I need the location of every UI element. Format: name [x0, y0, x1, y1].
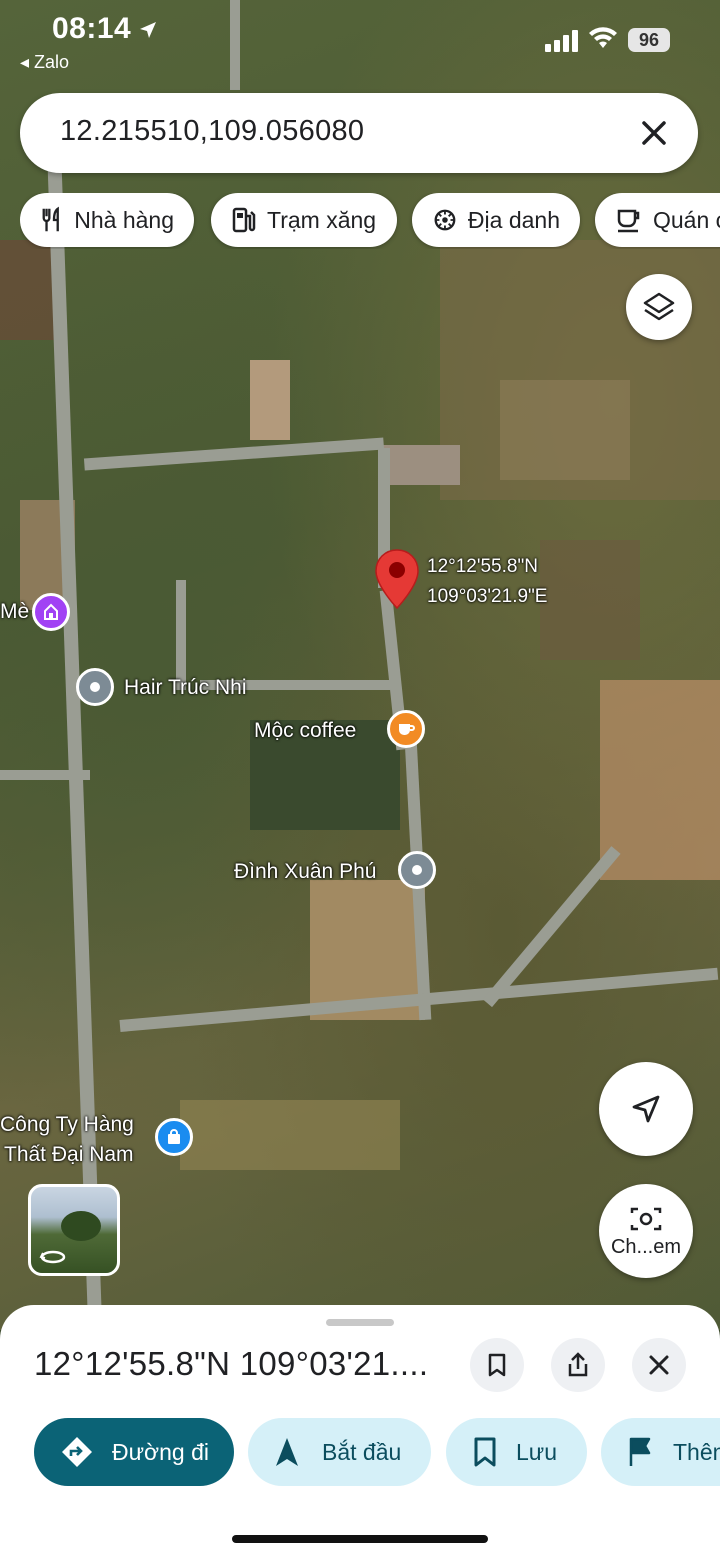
pin-icon	[375, 549, 419, 610]
save-place-button[interactable]	[470, 1338, 524, 1392]
share-icon	[568, 1352, 588, 1377]
poi-label-me: Mè	[0, 600, 30, 623]
poi-dinh-marker[interactable]	[398, 851, 436, 889]
poi-label-company-1: Công Ty Hàng	[0, 1113, 134, 1136]
back-to-app[interactable]: ◂ Zalo	[20, 52, 69, 73]
poi-coffee-marker[interactable]	[387, 710, 425, 748]
chip-cafes[interactable]: Quán c	[595, 193, 720, 247]
chip-label: Quán c	[653, 206, 720, 233]
map-field	[250, 360, 290, 440]
start-button[interactable]: Bắt đầu	[248, 1418, 431, 1486]
my-location-button[interactable]	[599, 1062, 693, 1156]
attraction-icon	[44, 603, 58, 620]
close-icon	[642, 121, 666, 145]
navigate-icon	[276, 1438, 298, 1466]
restaurant-icon	[42, 206, 59, 232]
map-field	[600, 680, 720, 880]
cellular-signal-icon	[545, 30, 578, 52]
map-field	[540, 540, 640, 660]
pin-lat-label: 12°12'55.8"N	[427, 556, 538, 577]
poi-shopping-marker[interactable]	[155, 1118, 193, 1156]
close-icon	[649, 1355, 669, 1375]
share-button[interactable]	[551, 1338, 605, 1392]
lens-camera-label: Ch...em	[610, 1235, 682, 1258]
clock: 08:14	[52, 12, 132, 45]
map-field	[500, 380, 630, 480]
directions-label: Đường đi	[112, 1438, 209, 1465]
status-bar: 08:14 ◂ Zalo 96	[0, 0, 720, 80]
pin-lng-label: 109°03'21.9"E	[427, 586, 548, 607]
gas-station-icon	[232, 207, 256, 233]
coffee-cup-icon	[399, 724, 415, 735]
poi-label-dinh: Đình Xuân Phú	[234, 860, 377, 883]
poi-hair-marker[interactable]	[76, 668, 114, 706]
camera-lens-icon	[630, 1207, 662, 1230]
map-road	[83, 437, 385, 471]
dot-icon	[412, 865, 422, 875]
poi-label-hair: Hair Trúc Nhi	[124, 676, 247, 699]
save-button[interactable]: Lưu	[446, 1418, 587, 1486]
location-pin[interactable]	[374, 548, 420, 610]
shopping-bag-icon	[168, 1129, 180, 1144]
map-road	[176, 580, 186, 690]
bookmark-icon	[474, 1437, 496, 1467]
battery-indicator: 96	[628, 28, 670, 52]
360-rotate-icon	[39, 1250, 66, 1264]
poi-tourist-marker[interactable]	[32, 593, 70, 631]
back-triangle-icon: ◂	[20, 52, 35, 72]
location-arrow-icon	[140, 22, 156, 38]
flag-icon	[629, 1437, 651, 1466]
add-label-label: Thêm	[673, 1438, 720, 1465]
cafe-icon	[617, 209, 640, 233]
navigation-arrow-icon	[632, 1095, 660, 1123]
directions-button[interactable]: Đường đi	[34, 1418, 234, 1486]
map-road	[0, 770, 90, 780]
close-sheet-button[interactable]	[632, 1338, 686, 1392]
place-title: 12°12'55.8"N 109°03'21....	[34, 1345, 429, 1382]
chip-label: Địa danh	[467, 206, 560, 233]
home-indicator[interactable]	[232, 1535, 488, 1543]
poi-label-company-2: Thất Đại Nam	[4, 1143, 134, 1166]
dot-icon	[90, 682, 100, 692]
back-app-label: Zalo	[34, 52, 70, 72]
chip-restaurants[interactable]: Nhà hàng	[20, 193, 194, 247]
directions-icon	[62, 1437, 92, 1467]
category-chips: Nhà hàng Trạm xăng Địa danh Quán c	[20, 193, 720, 249]
bookmark-icon	[488, 1353, 506, 1377]
action-buttons-row: Đường đi Bắt đầu Lưu Thêm	[0, 1418, 720, 1488]
search-bar[interactable]: 12.215510,109.056080	[20, 93, 698, 173]
save-label: Lưu	[516, 1438, 557, 1465]
map-field	[380, 445, 460, 485]
chip-gas-stations[interactable]: Trạm xăng	[211, 193, 397, 247]
clear-search-button[interactable]	[632, 111, 676, 155]
map-field	[180, 1100, 400, 1170]
sheet-drag-handle[interactable]	[326, 1319, 394, 1326]
layers-button[interactable]	[626, 274, 692, 340]
wifi-icon	[589, 27, 617, 48]
search-input[interactable]: 12.215510,109.056080	[60, 115, 364, 148]
layers-icon	[643, 292, 675, 321]
landmark-icon	[434, 209, 456, 231]
street-view-thumbnail[interactable]	[28, 1184, 120, 1276]
add-label-button[interactable]: Thêm	[601, 1418, 720, 1486]
chip-label: Nhà hàng	[74, 206, 174, 233]
lens-camera-button[interactable]: Ch...em	[599, 1184, 693, 1278]
chip-label: Trạm xăng	[267, 206, 377, 233]
poi-label-coffee: Mộc coffee	[254, 719, 357, 742]
tree-shape	[61, 1211, 101, 1241]
place-bottom-sheet[interactable]: 12°12'55.8"N 109°03'21.... Đường đi Bắt …	[0, 1305, 720, 1557]
start-label: Bắt đầu	[322, 1438, 402, 1465]
chip-landmarks[interactable]: Địa danh	[412, 193, 580, 247]
